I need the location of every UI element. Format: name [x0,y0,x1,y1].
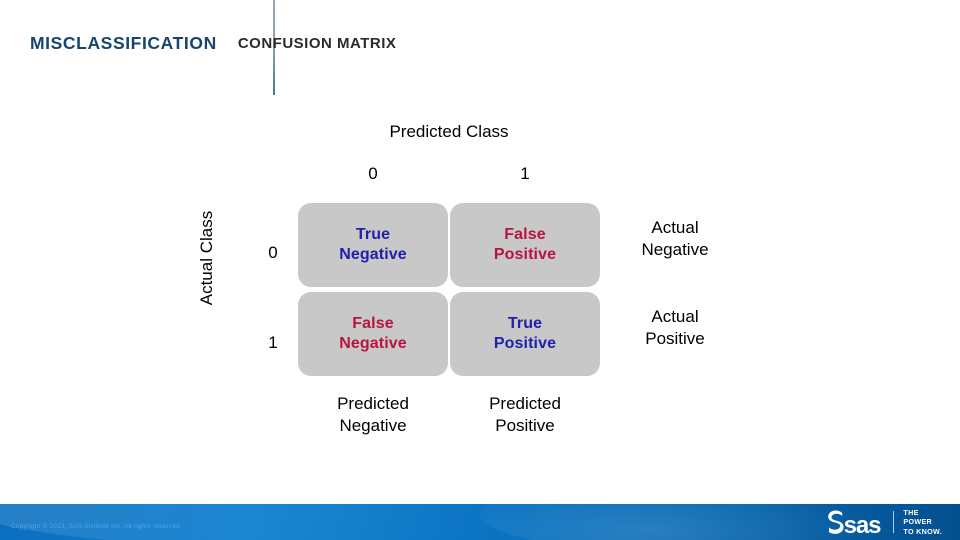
matrix-cell-false-negative[interactable]: False Negative [298,292,448,376]
bottom-label-predicted-positive-line1: Predicted [489,394,561,413]
side-label-actual-negative-line2: Negative [641,240,709,260]
column-header-0: 0 [368,164,378,183]
matrix-cell-false-positive[interactable]: False Positive [450,203,600,287]
footer-swoosh-decoration [0,504,740,540]
cell-false-negative-line1: False [352,314,394,332]
sas-logo-mark: sas [825,507,884,538]
cell-true-negative-line2: Negative [339,246,407,263]
cell-true-negative-line1: True [355,225,391,243]
confusion-matrix-figure: Predicted Class 0 1 Actual Class 0 1 Tru… [0,105,960,475]
side-label-actual-positive-line2: Positive [645,329,705,349]
sas-tagline: THE POWER TO KNOW. [903,508,942,537]
sas-tagline-line3: TO KNOW. [903,526,942,536]
matrix-cell-true-positive[interactable]: True Positive [450,292,600,376]
cell-false-positive-line1: False [504,225,546,243]
side-label-actual-negative: Actual Negative [608,217,742,262]
predicted-class-axis-title: Predicted Class [389,122,509,141]
page-title: MISCLASSIFICATION CONFUSION MATRIX [30,33,930,61]
bottom-label-predicted-negative-line2: Negative [339,416,407,436]
column-header-1: 1 [520,164,530,183]
sas-wordmark: sas [843,511,882,539]
matrix-cell-true-negative[interactable]: True Negative [298,203,448,287]
side-label-actual-positive-line1: Actual [651,307,699,326]
sas-tagline-line2: POWER [903,517,933,527]
cell-false-negative-line2: Negative [339,335,407,352]
row-header-0: 0 [268,243,278,262]
copyright-text: Copyright © 2013, SAS Institute Inc. All… [11,523,182,530]
sas-logo-separator [893,511,895,533]
page-title-secondary: CONFUSION MATRIX [237,35,397,52]
row-header-1: 1 [268,333,278,352]
sas-logo: sas THE POWER TO KNOW. [825,507,942,538]
slide-header: MISCLASSIFICATION CONFUSION MATRIX [0,0,960,100]
bottom-label-predicted-positive: Predicted Positive [450,393,600,438]
cell-true-positive-line2: Positive [493,335,557,352]
side-label-actual-positive: Actual Positive [608,306,742,351]
cell-false-positive-line2: Positive [493,246,557,263]
bottom-label-predicted-negative-line1: Predicted [337,394,409,413]
slide-footer: Copyright © 2013, SAS Institute Inc. All… [0,504,960,540]
bottom-label-predicted-positive-line2: Positive [495,416,555,436]
page-title-primary: MISCLASSIFICATION [30,33,217,53]
side-label-actual-negative-line1: Actual [651,218,699,237]
bottom-label-predicted-negative: Predicted Negative [298,393,448,438]
actual-class-axis-title: Actual Class [197,210,216,306]
sas-tagline-line1: THE [903,507,919,517]
cell-true-positive-line1: True [507,314,543,332]
